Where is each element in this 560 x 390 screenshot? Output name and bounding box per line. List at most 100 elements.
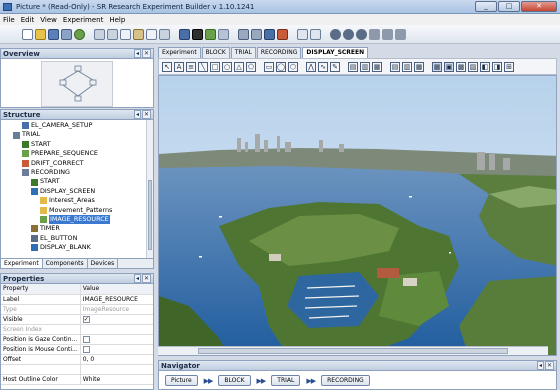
stop-icon[interactable] [277, 28, 288, 40]
maximize-button[interactable]: □ [498, 1, 520, 12]
align-center-icon[interactable]: ▥ [360, 61, 370, 72]
open-folder-icon[interactable] [35, 28, 46, 40]
tree-node[interactable]: EL_CAMERA_SETUP [1, 121, 153, 130]
property-checkbox[interactable]: ✓ [82, 315, 90, 323]
forward-icon[interactable] [310, 28, 321, 40]
property-checkbox-cell[interactable]: ✓ [80, 314, 153, 325]
property-row[interactable]: Position is Mouse Conti... [1, 344, 153, 355]
tree-node[interactable]: TRIAL [1, 130, 153, 139]
pattern-toggle-icon[interactable]: ▨ [468, 61, 478, 72]
polygon-tool-icon[interactable]: ⬠ [246, 61, 256, 72]
send-back-icon[interactable]: ◨ [492, 61, 502, 72]
property-value[interactable]: IMAGE_RESOURCE [80, 294, 153, 305]
navigator-crumb-button[interactable]: TRIAL [271, 375, 301, 386]
pin-icon[interactable]: ◂ [133, 110, 141, 119]
save-icon[interactable] [48, 28, 59, 40]
rect-interest-area-icon[interactable]: ▭ [264, 61, 274, 72]
property-value[interactable] [80, 324, 153, 335]
tab-components[interactable]: Components [43, 259, 88, 268]
property-checkbox[interactable] [82, 345, 90, 353]
property-checkbox-cell[interactable] [80, 334, 153, 345]
fit-screen-icon[interactable]: ⊞ [504, 61, 514, 72]
align-bottom-icon[interactable]: ▦ [414, 61, 424, 72]
line-tool-icon[interactable]: ╲ [198, 61, 208, 72]
canvas-scroll-thumb[interactable] [198, 348, 508, 354]
property-value[interactable]: White [80, 374, 153, 385]
multiline-text-icon[interactable]: ≡ [186, 61, 196, 72]
grid-icon[interactable] [369, 28, 380, 40]
tree-node[interactable]: START [1, 177, 153, 186]
align-middle-icon[interactable]: ▥ [402, 61, 412, 72]
ellipse-interest-area-icon[interactable]: ◯ [276, 61, 286, 72]
paste-icon[interactable] [133, 28, 144, 40]
menu-view[interactable]: View [40, 16, 57, 24]
overview-thumbnail[interactable] [41, 61, 113, 107]
preferences-icon[interactable] [218, 28, 229, 40]
back-icon[interactable] [297, 28, 308, 40]
build-icon[interactable] [74, 28, 85, 40]
property-checkbox-cell[interactable] [80, 344, 153, 355]
freehand-interest-area-icon[interactable]: ⬡ [288, 61, 298, 72]
property-value[interactable]: ImageResource [80, 304, 153, 315]
align-icon[interactable] [382, 28, 393, 40]
property-value[interactable] [80, 364, 153, 375]
sinusoidal-pattern-icon[interactable]: ∿ [318, 61, 328, 72]
property-row[interactable]: Type ImageResource [1, 304, 153, 315]
zoom-fit-icon[interactable] [356, 28, 367, 40]
property-row[interactable]: Host Outline Color White [1, 374, 153, 385]
minimize-button[interactable]: _ [475, 1, 497, 12]
snap-to-grid-icon[interactable]: ▣ [444, 61, 454, 72]
editor-tab[interactable]: Experiment [158, 47, 201, 58]
pin-icon[interactable]: ◂ [133, 49, 141, 58]
cut-icon[interactable] [107, 28, 118, 40]
property-row[interactable] [1, 364, 153, 375]
editor-tab[interactable]: BLOCK [201, 47, 230, 58]
tab-experiment[interactable]: Experiment [1, 259, 43, 268]
navigator-crumb-button[interactable]: Picture [165, 375, 198, 386]
close-panel-icon[interactable]: ✕ [544, 361, 554, 370]
property-row[interactable]: Label IMAGE_RESOURCE [1, 294, 153, 305]
editor-tab[interactable]: RECORDING [256, 47, 302, 58]
graph-icon[interactable] [251, 28, 262, 40]
image-resource-picture[interactable] [159, 76, 557, 356]
deploy-icon[interactable] [205, 28, 216, 40]
zoom-out-icon[interactable] [343, 28, 354, 40]
tree-node[interactable]: TIMER [1, 224, 153, 233]
select-tool-icon[interactable]: ↖ [162, 61, 172, 72]
property-row[interactable]: Position is Gaze Contin... [1, 334, 153, 345]
navigator-crumb-button[interactable]: RECORDING [321, 375, 370, 386]
property-value[interactable]: 0, 0 [80, 354, 153, 365]
delete-icon[interactable] [159, 28, 170, 40]
play-icon[interactable] [264, 28, 275, 40]
tree-node[interactable]: DRIFT_CORRECT [1, 159, 153, 168]
tree-node[interactable]: PREPARE_SEQUENCE [1, 149, 153, 158]
navigator-crumb-button[interactable]: BLOCK [218, 375, 251, 386]
custom-pattern-icon[interactable]: ✎ [330, 61, 340, 72]
rectangle-tool-icon[interactable]: □ [210, 61, 220, 72]
editor-tab[interactable]: DISPLAY_SCREEN [302, 47, 369, 58]
undo-icon[interactable] [94, 28, 105, 40]
run-icon[interactable] [192, 28, 203, 40]
layout-icon[interactable] [395, 28, 406, 40]
close-panel-icon[interactable]: ✕ [141, 274, 151, 283]
check-icon[interactable] [179, 28, 190, 40]
align-top-icon[interactable]: ▤ [390, 61, 400, 72]
tree-node[interactable]: IMAGE_RESOURCE [1, 214, 153, 225]
canvas-horizontal-scrollbar[interactable] [158, 346, 548, 355]
close-panel-icon[interactable]: ✕ [141, 110, 151, 119]
bring-front-icon[interactable]: ◧ [480, 61, 490, 72]
text-tool-icon[interactable]: A [174, 61, 184, 72]
triangle-tool-icon[interactable]: △ [234, 61, 244, 72]
editor-tab[interactable]: TRIAL [230, 47, 256, 58]
new-file-icon[interactable] [22, 28, 33, 40]
property-row[interactable]: Screen Index [1, 324, 153, 335]
tree-node[interactable]: DISPLAY_BLANK [1, 243, 153, 252]
tree-node[interactable]: Movement_Patterns [1, 206, 153, 215]
pin-icon[interactable]: ◂ [133, 274, 141, 283]
tree-node[interactable]: Interest_Areas [1, 196, 153, 205]
interest-area-toggle-icon[interactable]: ▩ [456, 61, 466, 72]
duplicate-icon[interactable] [146, 28, 157, 40]
movement-pattern-icon[interactable]: ⋀ [306, 61, 316, 72]
zoom-in-icon[interactable] [330, 28, 341, 40]
align-left-icon[interactable]: ▤ [348, 61, 358, 72]
